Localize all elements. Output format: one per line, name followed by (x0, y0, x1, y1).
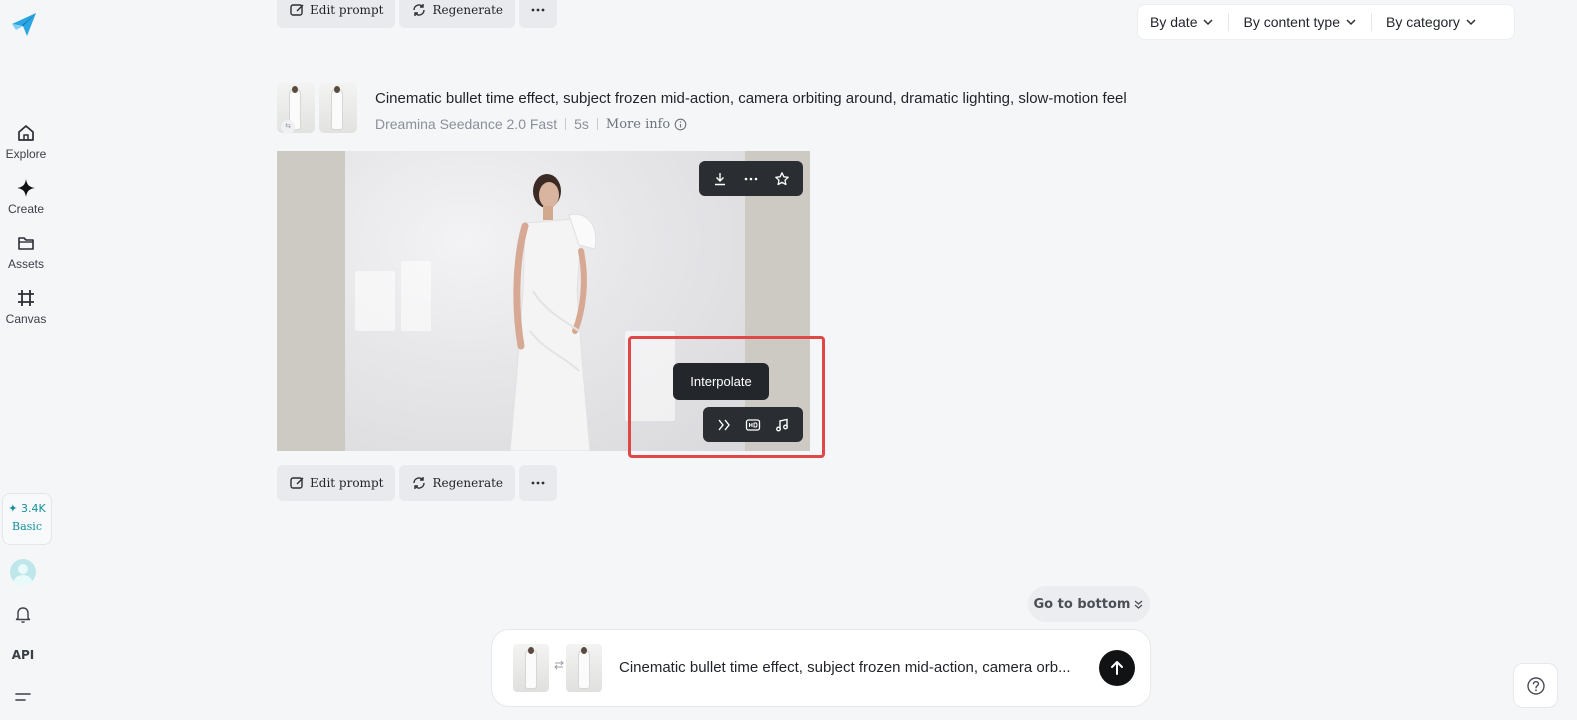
help-button[interactable] (1513, 663, 1558, 708)
more-info-link[interactable]: More info (606, 117, 670, 132)
plan-label: Basic (12, 520, 42, 533)
swap-badge: ⇆ (281, 120, 295, 134)
regenerate-button[interactable]: Regenerate (399, 465, 516, 501)
question-icon (1526, 676, 1545, 695)
credits-badge[interactable]: ✦ 3.4K Basic (2, 493, 52, 545)
double-chevron-down-icon (1135, 600, 1143, 609)
generation-meta: Dreamina Seedance 2.0 Fast 5s More info (375, 116, 687, 132)
prompt-input[interactable]: Cinematic bullet time effect, subject fr… (619, 659, 1071, 676)
video-top-toolbar (699, 161, 803, 196)
prompt-composer[interactable]: Cinematic bullet time effect, subject fr… (491, 629, 1151, 707)
music-icon[interactable] (774, 417, 790, 433)
more-icon[interactable] (743, 171, 759, 187)
composer-reference-image[interactable] (513, 644, 549, 692)
edit-prompt-button[interactable]: Edit prompt (277, 0, 396, 28)
hd-upscale-icon[interactable] (745, 417, 761, 433)
folder-icon (18, 237, 34, 250)
go-to-bottom-button[interactable]: Go to bottom (1028, 586, 1150, 622)
edit-prompt-label: Edit prompt (310, 476, 384, 490)
more-options-button[interactable] (519, 0, 558, 28)
video-frame (345, 151, 745, 451)
star-icon[interactable] (774, 171, 790, 187)
api-link[interactable]: API (0, 648, 46, 662)
chevron-down-icon (1466, 19, 1476, 26)
more-icon (531, 8, 545, 12)
sidebar-item-assets[interactable]: Assets (0, 232, 52, 271)
generation-actions: Edit prompt Regenerate (277, 465, 561, 501)
filter-by-date[interactable]: By date (1150, 14, 1214, 30)
interpolate-icon[interactable] (716, 417, 732, 433)
menu-icon[interactable] (15, 690, 33, 704)
chevron-down-icon (1346, 19, 1356, 26)
edit-icon (290, 4, 304, 16)
regenerate-label: Regenerate (432, 476, 504, 490)
sidebar-item-label: Canvas (5, 312, 47, 326)
divider (1228, 13, 1230, 31)
credits-amount: ✦ 3.4K (8, 502, 46, 515)
filter-by-content-type[interactable]: By content type (1243, 14, 1357, 30)
canvas-icon (18, 290, 34, 306)
filter-label: By date (1150, 14, 1198, 30)
sidebar-item-label: Create (7, 202, 45, 216)
sidebar-item-create[interactable]: Create (0, 177, 52, 216)
model-figure (509, 174, 597, 451)
divider (565, 118, 567, 130)
avatar[interactable] (10, 559, 36, 585)
refresh-icon (413, 4, 426, 16)
home-icon (18, 125, 34, 141)
edit-icon (290, 477, 304, 489)
sidebar-item-canvas[interactable]: Canvas (0, 287, 52, 326)
more-options-button[interactable] (519, 465, 558, 501)
divider (1371, 13, 1372, 31)
arrow-up-icon (1111, 661, 1123, 675)
sidebar-item-label: Assets (7, 257, 44, 271)
edit-prompt-button[interactable]: Edit prompt (277, 465, 396, 501)
reference-thumbnails[interactable]: ⇆ (277, 83, 361, 135)
composer-reference-image[interactable] (566, 644, 602, 692)
model-name: Dreamina Seedance 2.0 Fast (375, 116, 558, 132)
go-to-bottom-label: Go to bottom (1033, 596, 1131, 612)
sidebar-item-explore[interactable]: Explore (0, 122, 52, 161)
download-icon[interactable] (712, 171, 728, 187)
video-bottom-toolbar (703, 407, 803, 442)
refresh-icon (413, 477, 426, 489)
reference-image (319, 83, 357, 133)
filter-label: By category (1386, 14, 1460, 30)
interpolate-tooltip: Interpolate (673, 363, 769, 400)
filter-label: By content type (1243, 14, 1340, 30)
info-icon[interactable] (674, 118, 687, 131)
regenerate-button[interactable]: Regenerate (399, 0, 516, 28)
send-button[interactable] (1099, 650, 1135, 686)
sidebar: Explore Create Assets Canvas ✦ 3.4K Basi… (0, 0, 52, 720)
more-icon (531, 481, 545, 485)
generation-prompt: Cinematic bullet time effect, subject fr… (375, 90, 1127, 107)
edit-prompt-label: Edit prompt (310, 3, 384, 17)
swap-icon[interactable] (553, 659, 565, 671)
filter-by-category[interactable]: By category (1386, 14, 1477, 30)
duration: 5s (574, 116, 589, 132)
regenerate-label: Regenerate (432, 3, 504, 17)
previous-item-actions: Edit prompt Regenerate (277, 0, 561, 28)
sparkle-icon (17, 179, 35, 197)
chevron-down-icon (1203, 19, 1214, 26)
divider (596, 118, 598, 130)
bell-icon[interactable] (13, 604, 33, 624)
filter-bar: By date By content type By category (1137, 4, 1515, 40)
sidebar-item-label: Explore (5, 147, 47, 161)
video-preview[interactable] (277, 151, 810, 451)
app-logo-icon[interactable] (10, 10, 38, 38)
